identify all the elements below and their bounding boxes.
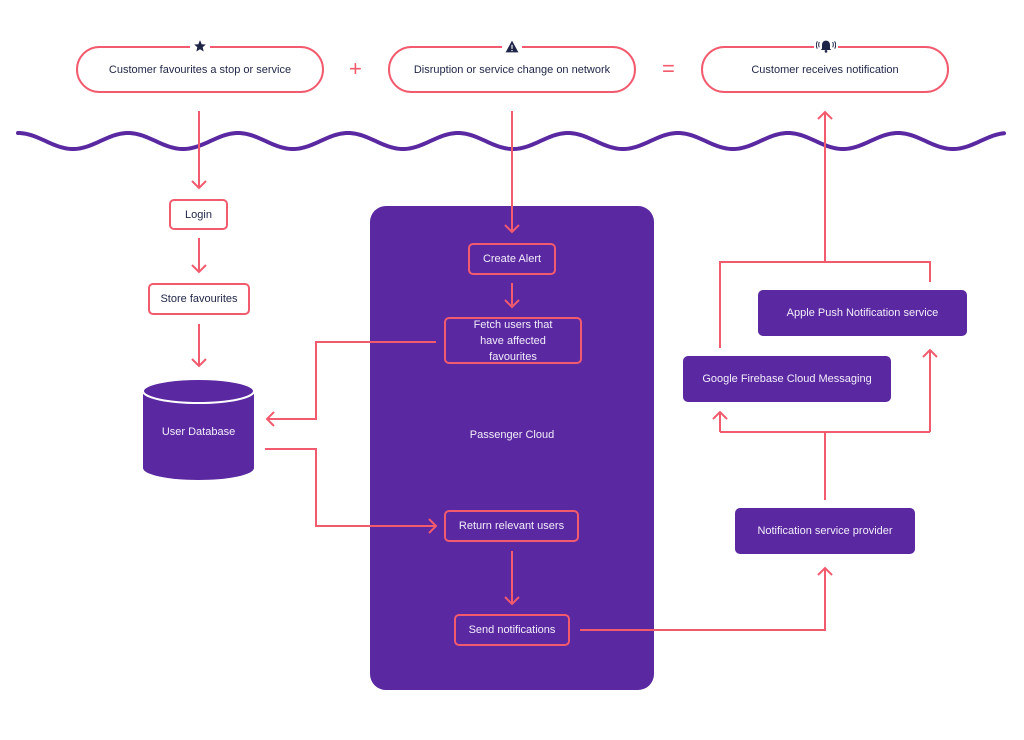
- notification-outcome-pill: Customer receives notification: [701, 46, 949, 93]
- return-users-label: Return relevant users: [458, 520, 565, 532]
- notification-service-provider: Notification service provider: [735, 508, 915, 554]
- fetch-users-label: Fetch users that have affected favourite…: [473, 318, 553, 363]
- disruption-trigger-label: Disruption or service change on network: [413, 63, 611, 76]
- login-label: Login: [185, 208, 212, 221]
- bell-ringing-icon: [814, 39, 838, 53]
- create-alert-label: Create Alert: [482, 253, 542, 265]
- favourite-trigger-pill: Customer favourites a stop or service: [76, 46, 324, 93]
- notification-provider-label: Notification service provider: [757, 525, 893, 537]
- passenger-cloud-title: Passenger Cloud: [469, 429, 555, 441]
- star-icon: [190, 39, 210, 53]
- fetch-users-step: Fetch users that have affected favourite…: [444, 317, 582, 364]
- send-notifications-step: Send notifications: [454, 614, 570, 646]
- login-step: Login: [169, 199, 228, 230]
- disruption-trigger-pill: Disruption or service change on network: [388, 46, 636, 93]
- apple-push-service: Apple Push Notification service: [758, 290, 967, 336]
- warning-icon: [502, 39, 522, 53]
- plus-operator: +: [349, 56, 362, 81]
- notification-outcome-label: Customer receives notification: [751, 63, 899, 76]
- google-firebase-service: Google Firebase Cloud Messaging: [683, 356, 891, 402]
- apple-push-label: Apple Push Notification service: [786, 307, 939, 319]
- send-notifications-label: Send notifications: [468, 624, 556, 636]
- user-database-label: User Database: [161, 426, 236, 438]
- store-favourites-label: Store favourites: [160, 293, 238, 305]
- create-alert-step: Create Alert: [468, 243, 556, 275]
- store-favourites-step: Store favourites: [148, 283, 250, 315]
- return-users-step: Return relevant users: [444, 510, 579, 542]
- google-firebase-label: Google Firebase Cloud Messaging: [702, 373, 872, 385]
- equals-operator: =: [662, 56, 675, 81]
- favourite-trigger-label: Customer favourites a stop or service: [108, 63, 292, 76]
